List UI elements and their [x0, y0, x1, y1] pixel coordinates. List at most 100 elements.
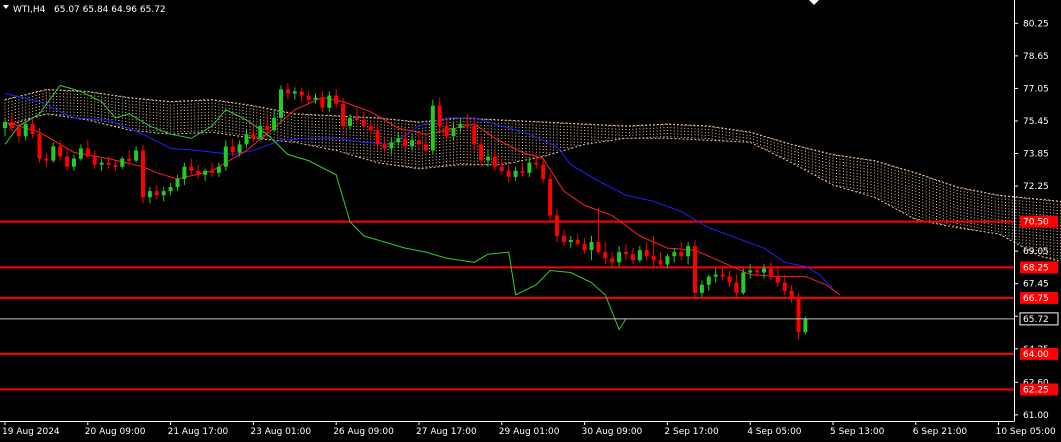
time-tick-label: 5 Sep 13:00	[830, 427, 885, 437]
price-tick-label: 78.65	[1023, 52, 1049, 62]
candle-body	[768, 268, 773, 277]
candle-body	[486, 156, 490, 161]
candle-body	[506, 170, 511, 177]
candle-body	[313, 97, 318, 100]
candle-body	[444, 126, 449, 137]
candle-body	[258, 126, 263, 139]
candle-body	[389, 142, 394, 149]
candle-body	[637, 250, 642, 261]
candle-body	[686, 246, 691, 257]
candle-body	[527, 162, 532, 173]
candle-body	[734, 282, 739, 293]
candle-body	[762, 268, 766, 273]
level-label: 66.75	[1023, 294, 1049, 304]
candle-body	[520, 170, 525, 173]
candle-body	[693, 246, 697, 293]
candle-body	[796, 298, 801, 333]
candle-body	[72, 158, 76, 167]
candle-body	[437, 105, 442, 127]
candle-body	[16, 128, 21, 137]
candle-body	[154, 191, 159, 196]
candle-body	[203, 170, 208, 175]
time-tick-label: 23 Aug 01:00	[250, 427, 311, 437]
candle-body	[175, 178, 180, 188]
level-label: 62.25	[1023, 385, 1049, 395]
time-tick-label: 10 Sep 05:00	[996, 427, 1056, 437]
candle-body	[417, 140, 421, 145]
candle-body	[9, 121, 14, 129]
candle-body	[748, 270, 753, 273]
candle-body	[292, 91, 297, 94]
candle-body	[189, 166, 194, 171]
candle-body	[182, 166, 187, 179]
candle-body	[120, 158, 125, 167]
ohlc-label: 65.07 65.84 64.96 65.72	[54, 5, 166, 15]
candle-body	[596, 241, 601, 253]
candle-body	[651, 256, 656, 261]
candle-body	[230, 146, 235, 153]
time-tick-label: 21 Aug 17:00	[168, 427, 229, 437]
candle-body	[279, 89, 283, 118]
candle-body	[78, 148, 83, 159]
candle-body	[354, 117, 359, 120]
candle-body	[147, 191, 152, 198]
candle-body	[85, 148, 90, 157]
candle-body	[196, 170, 201, 175]
time-tick-label: 6 Sep 21:00	[913, 427, 968, 437]
candle-body	[465, 124, 470, 127]
candle-body	[30, 124, 35, 135]
price-chart[interactable]: 80.25 78.65 77.05 75.45 73.85 72.25 69.05 67.45…	[0, 0, 1061, 442]
candle-body	[617, 252, 622, 263]
symbol-label: WTI,H4	[13, 5, 46, 15]
time-tick-label: 26 Aug 09:00	[333, 427, 394, 437]
time-tick-label: 2 Sep 17:00	[664, 427, 719, 437]
candle-body	[251, 134, 256, 139]
candle-body	[472, 126, 477, 145]
candle-body	[410, 140, 415, 147]
candle-body	[348, 117, 352, 127]
candle-body	[499, 166, 504, 171]
price-tick-label: 73.85	[1023, 150, 1049, 160]
time-tick-label: 4 Sep 05:00	[747, 427, 802, 437]
candle-body	[589, 241, 594, 251]
candle-body	[727, 276, 732, 283]
level-label: 68.25	[1023, 263, 1049, 273]
candle-body	[37, 134, 42, 159]
price-tick-label: 77.05	[1023, 84, 1049, 94]
candle-body	[541, 164, 546, 179]
time-tick-label: 30 Aug 09:00	[582, 427, 643, 437]
candle-body	[106, 162, 111, 165]
time-tick-label: 27 Aug 17:00	[416, 427, 477, 437]
candle-body	[375, 130, 380, 145]
candle-body	[782, 282, 787, 291]
candle-body	[320, 97, 325, 108]
price-tick-label: 75.45	[1023, 117, 1049, 127]
candle-body	[534, 162, 539, 165]
candle-body	[23, 124, 28, 137]
candle-body	[603, 252, 608, 259]
candle-body	[775, 276, 780, 283]
candle-body	[58, 146, 63, 157]
candle-body	[430, 105, 435, 151]
candle-body	[265, 126, 270, 131]
candle-body	[396, 138, 401, 143]
candle-body	[630, 254, 635, 261]
candle-body	[272, 117, 277, 131]
candle-body	[706, 276, 711, 285]
candle-body	[610, 258, 615, 263]
candle-body	[741, 272, 746, 293]
candle-body	[327, 95, 332, 108]
price-tick-label: 67.45	[1023, 280, 1049, 290]
candle-body	[161, 191, 166, 196]
price-tick-label: 72.25	[1023, 182, 1049, 192]
candle-body	[168, 187, 173, 192]
candle-body	[334, 95, 339, 104]
candle-body	[699, 284, 704, 293]
time-tick-label: 20 Aug 09:00	[85, 427, 146, 437]
candle-body	[644, 250, 649, 257]
last-price-label: 65.72	[1023, 315, 1049, 325]
level-label: 64.00	[1023, 350, 1049, 360]
candle-body	[561, 235, 566, 242]
candle-body	[382, 144, 387, 149]
candle-body	[451, 128, 456, 137]
